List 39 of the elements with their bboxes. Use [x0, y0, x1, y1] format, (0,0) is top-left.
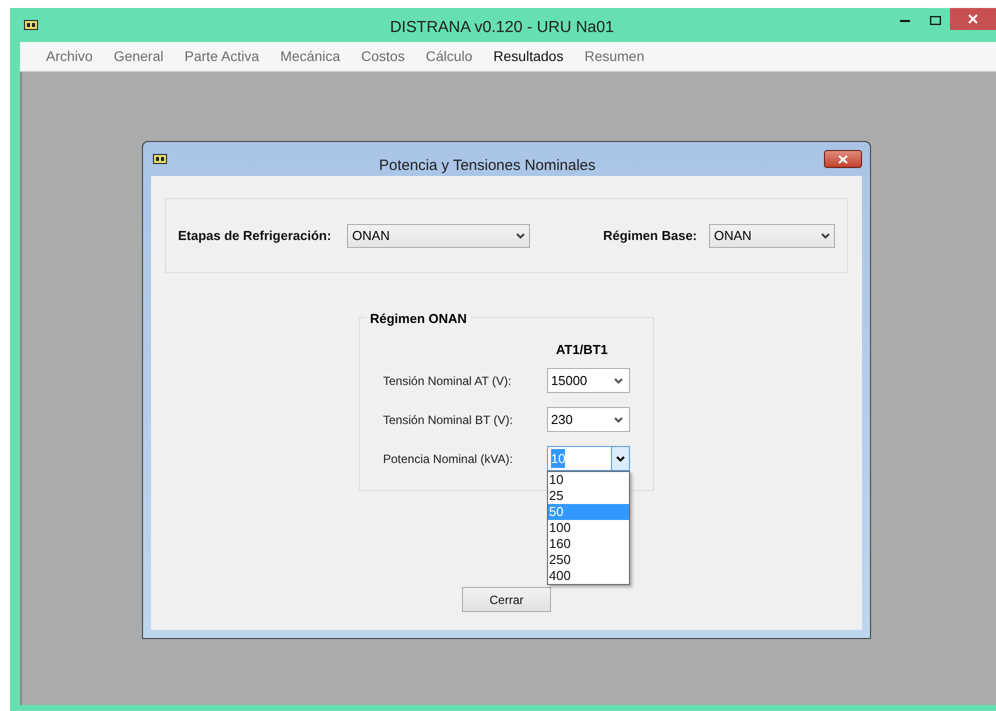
dropdown[interactable]: 15000 — [547, 368, 630, 393]
menu-item[interactable]: Mecánica — [270, 46, 350, 67]
dropdown-icon — [614, 416, 623, 422]
dialog-title: Potencia y Tensiones Nominales — [379, 156, 596, 176]
window-title: DISTRANA v0.120 - URU Na01 — [390, 18, 614, 38]
field-label: Tensión Nominal BT (V): — [383, 412, 514, 428]
menu-item[interactable]: Resultados — [483, 46, 574, 67]
list-option[interactable]: 400 — [548, 568, 629, 584]
menu-item[interactable]: Parte Activa — [174, 46, 270, 67]
dropdown[interactable]: 230 — [547, 407, 630, 432]
list-option[interactable]: 10 — [548, 472, 629, 488]
list-option[interactable]: 160 — [548, 536, 629, 552]
list-option[interactable]: 250 — [548, 552, 629, 568]
menu-item[interactable]: Cálculo — [416, 46, 482, 67]
dropdown-icon — [516, 232, 526, 238]
dropdown-icon — [614, 378, 623, 384]
dropdown[interactable]: ONAN — [709, 224, 835, 248]
field-label: Potencia Nominal (kVA): — [383, 450, 514, 468]
dropdown-icon — [821, 232, 830, 238]
menu-item[interactable]: Resumen — [574, 46, 654, 67]
list-option[interactable]: 100 — [548, 520, 629, 536]
field-label: Tensión Nominal AT (V): — [383, 372, 512, 390]
menu-item[interactable]: Archivo — [36, 46, 103, 67]
list-option[interactable]: 25 — [548, 488, 629, 504]
menu-item[interactable]: General — [104, 46, 174, 67]
close-icon — [968, 14, 978, 24]
dropdown-icon — [616, 456, 625, 462]
app-icon — [153, 154, 167, 164]
close-button[interactable] — [824, 150, 862, 168]
close-icon — [838, 154, 848, 164]
maximize-icon — [930, 16, 940, 24]
close-dialog-button[interactable]: Cerrar — [462, 587, 551, 612]
minimize-icon — [900, 18, 910, 22]
field-label: Etapas de Refrigeración: — [178, 226, 332, 245]
menu-item[interactable]: Costos — [351, 46, 415, 67]
field-label: Régimen Base: — [603, 226, 697, 245]
column-header: AT1/BT1 — [556, 341, 608, 359]
dropdown[interactable]: ONAN — [347, 224, 530, 248]
app-icon — [24, 20, 38, 30]
